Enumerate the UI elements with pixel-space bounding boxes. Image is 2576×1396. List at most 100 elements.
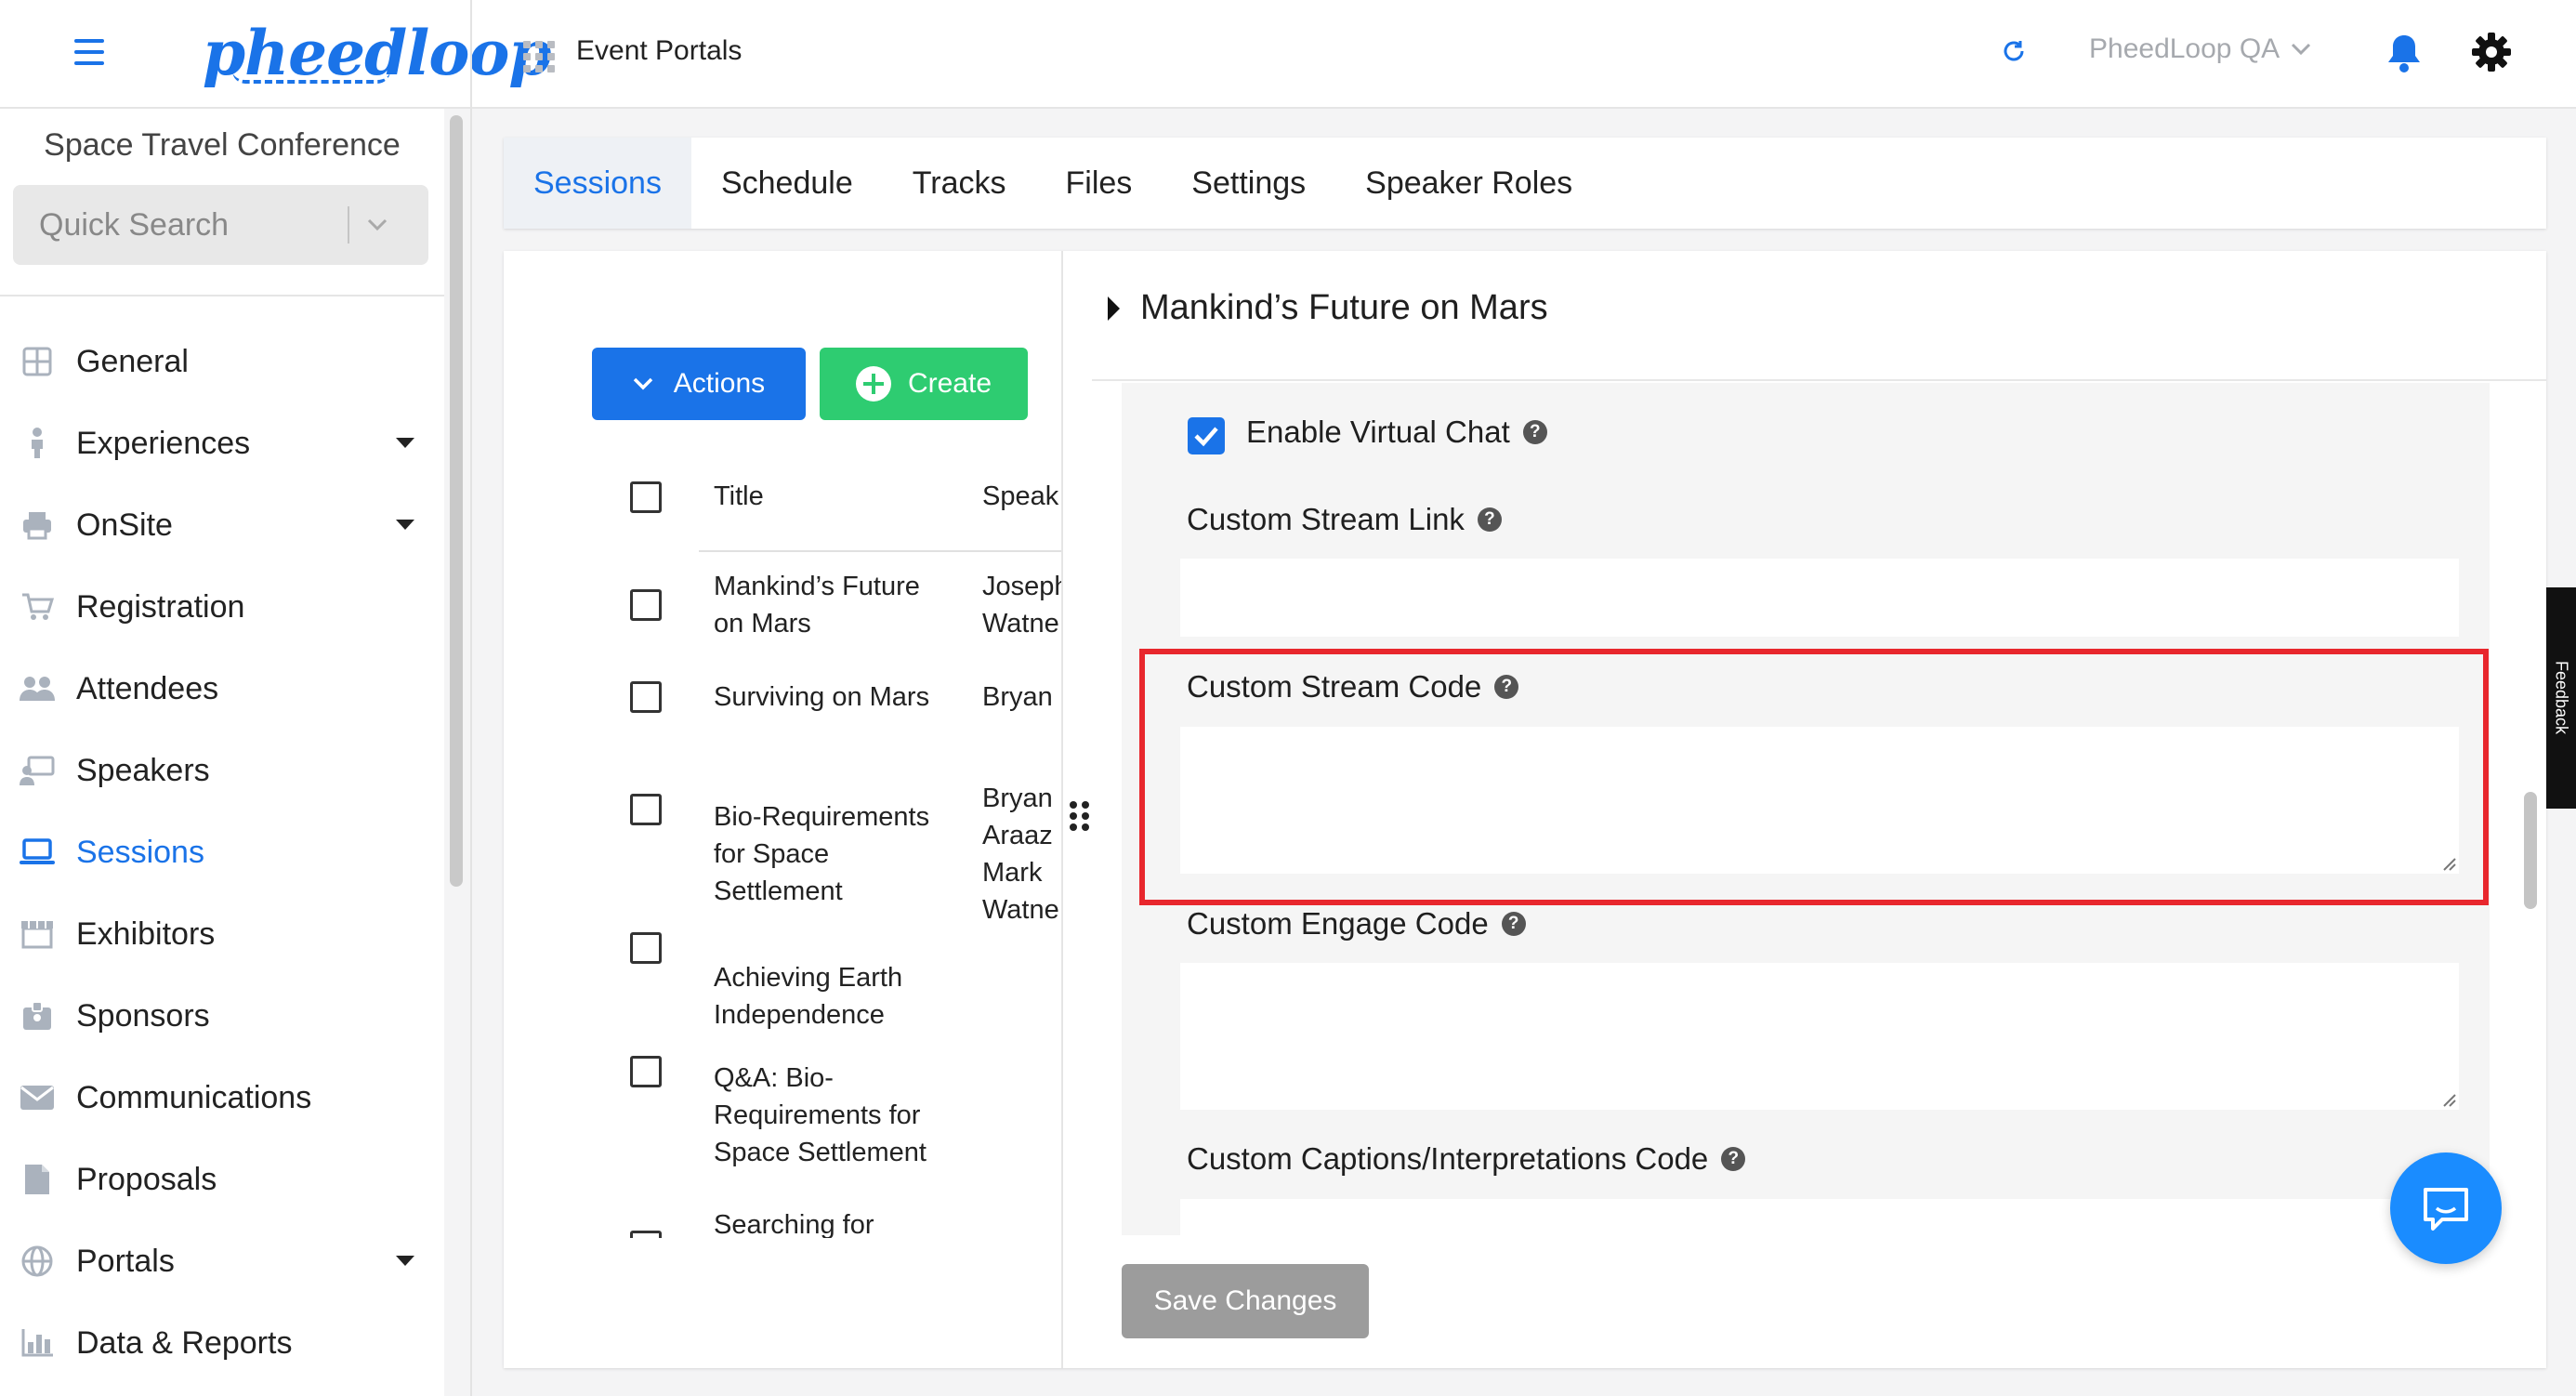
enable-virtual-chat-checkbox[interactable]	[1188, 417, 1225, 454]
session-speakers: Joseph Watne	[982, 568, 1061, 642]
printer-icon	[19, 507, 56, 544]
session-title[interactable]: Mankind’s Future on Mars	[714, 568, 920, 642]
title-line: Searching for	[714, 1210, 874, 1238]
tab-settings[interactable]: Settings	[1162, 138, 1335, 229]
session-title[interactable]: Bio-Requirements for Space Settlement	[714, 798, 929, 910]
tab-speaker-roles[interactable]: Speaker Roles	[1335, 138, 1602, 229]
sidebar-item-communications[interactable]: Communications	[0, 1057, 444, 1139]
actions-button[interactable]: Actions	[592, 348, 806, 420]
header-divider	[699, 550, 1061, 552]
column-header-speakers[interactable]: Speak	[982, 478, 1058, 515]
tab-schedule[interactable]: Schedule	[691, 138, 883, 229]
custom-engage-code-label: Custom Engage Code ?	[1187, 906, 1526, 942]
sidebar-item-label: Proposals	[76, 1161, 217, 1197]
feedback-tab[interactable]: Feedback	[2546, 587, 2576, 809]
row-checkbox[interactable]	[630, 932, 662, 964]
sidebar-item-label: General	[76, 343, 189, 379]
people-icon	[19, 670, 56, 707]
custom-stream-code-textarea[interactable]	[1180, 727, 2459, 874]
storefront-icon	[19, 915, 56, 953]
sidebar-scrollbar[interactable]	[450, 115, 463, 887]
row-checkbox[interactable]	[630, 589, 662, 621]
row-checkbox[interactable]	[630, 1231, 662, 1238]
plus-circle-icon	[855, 366, 891, 402]
tab-files[interactable]: Files	[1036, 138, 1163, 229]
session-title[interactable]: Searching for	[714, 1206, 874, 1238]
help-icon[interactable]: ?	[1494, 675, 1519, 699]
title-line: Surviving on Mars	[714, 682, 930, 712]
custom-stream-link-input[interactable]	[1180, 559, 2459, 637]
field-label-text: Custom Stream Link	[1187, 502, 1465, 536]
session-detail-header[interactable]: Mankind’s Future on Mars	[1108, 288, 1548, 328]
top-bar: pheedloop Event Portals PheedLoop QA	[0, 0, 2576, 109]
row-checkbox[interactable]	[630, 681, 662, 713]
caret-right-icon	[1108, 296, 1120, 321]
title-line: Independence	[714, 1000, 885, 1030]
section-title[interactable]: Event Portals	[576, 35, 742, 67]
tab-tracks[interactable]: Tracks	[883, 138, 1036, 229]
sidebar-nav: General Experiences OnSite Registration …	[0, 321, 444, 1384]
quick-search[interactable]	[13, 185, 428, 265]
form-scrollbar[interactable]	[2524, 792, 2537, 909]
row-checkbox[interactable]	[630, 794, 662, 825]
sidebar-item-attendees[interactable]: Attendees	[0, 648, 444, 730]
select-all-checkbox[interactable]	[630, 481, 662, 513]
sidebar-item-sponsors[interactable]: Sponsors	[0, 975, 444, 1057]
caret-down-icon	[396, 438, 414, 448]
sidebar-item-label: Data & Reports	[76, 1324, 293, 1361]
row-checkbox[interactable]	[630, 1056, 662, 1087]
bell-icon[interactable]	[2385, 32, 2424, 74]
sidebar-item-exhibitors[interactable]: Exhibitors	[0, 893, 444, 975]
sidebar-item-proposals[interactable]: Proposals	[0, 1139, 444, 1220]
sidebar-item-label: Sponsors	[76, 997, 210, 1034]
apps-grid-icon[interactable]	[523, 41, 555, 72]
resize-grip-icon[interactable]	[2440, 855, 2457, 872]
custom-captions-code-textarea[interactable]	[1180, 1199, 2459, 1235]
column-header-title[interactable]: Title	[714, 478, 764, 515]
create-button[interactable]: Create	[820, 348, 1028, 420]
title-line: Settlement	[714, 876, 843, 906]
custom-stream-link-label: Custom Stream Link ?	[1187, 502, 1502, 537]
field-label-text: Enable Virtual Chat	[1246, 415, 1510, 449]
custom-engage-code-textarea[interactable]	[1180, 963, 2459, 1110]
session-title[interactable]: Surviving on Mars	[714, 678, 929, 716]
session-title[interactable]: Achieving Earth Independence	[714, 959, 902, 1034]
session-tabs: Sessions Schedule Tracks Files Settings …	[504, 138, 2546, 229]
chat-bubble-icon[interactable]	[2390, 1152, 2502, 1264]
sidebar-item-portals[interactable]: Portals	[0, 1220, 444, 1302]
chevron-down-icon[interactable]	[349, 218, 405, 231]
refresh-icon[interactable]	[2000, 37, 2028, 65]
tab-sessions[interactable]: Sessions	[504, 138, 691, 229]
help-icon[interactable]: ?	[1522, 420, 1547, 444]
speaker-line: Watne	[982, 609, 1059, 639]
sidebar-item-data-reports[interactable]: Data & Reports	[0, 1302, 444, 1384]
title-line: for Space	[714, 839, 830, 869]
resize-drag-handle-icon[interactable]	[1070, 801, 1090, 831]
sidebar-item-sessions[interactable]: Sessions	[0, 811, 444, 893]
hamburger-menu-icon[interactable]	[74, 39, 104, 67]
laptop-icon	[19, 834, 56, 871]
organization-selector[interactable]: PheedLoop QA	[2089, 33, 2311, 65]
title-line: Achieving Earth	[714, 963, 903, 993]
help-icon[interactable]: ?	[1721, 1147, 1746, 1171]
sidebar-item-label: Communications	[76, 1079, 312, 1115]
field-label-text: Custom Engage Code	[1187, 906, 1489, 941]
sidebar: Space Travel Conference General Experien…	[0, 109, 444, 1396]
sidebar-item-general[interactable]: General	[0, 321, 444, 402]
sidebar-item-onsite[interactable]: OnSite	[0, 484, 444, 566]
caret-down-icon	[396, 520, 414, 530]
save-changes-button[interactable]: Save Changes	[1122, 1264, 1369, 1338]
gear-icon[interactable]	[2471, 32, 2512, 72]
sidebar-item-speakers[interactable]: Speakers	[0, 730, 444, 811]
help-icon[interactable]: ?	[1477, 507, 1502, 532]
sidebar-item-experiences[interactable]: Experiences	[0, 402, 444, 484]
sidebar-item-registration[interactable]: Registration	[0, 566, 444, 648]
session-speakers: Bryan Araaz Mark Watne	[982, 780, 1059, 928]
logo-swoosh	[232, 71, 390, 84]
speaker-line: Bryan	[982, 682, 1053, 712]
help-icon[interactable]: ?	[1501, 912, 1526, 936]
quick-search-input[interactable]	[13, 206, 348, 244]
detail-divider	[1092, 379, 2546, 381]
resize-grip-icon[interactable]	[2440, 1091, 2457, 1108]
session-title[interactable]: Q&A: Bio- Requirements for Space Settlem…	[714, 1060, 927, 1171]
